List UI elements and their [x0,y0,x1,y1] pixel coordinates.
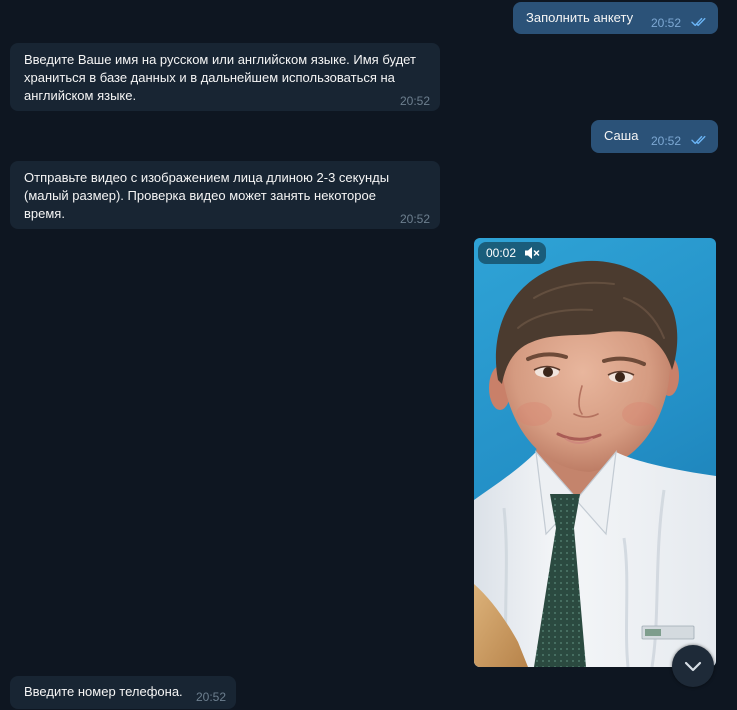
speaker-muted-icon [525,247,540,259]
message-outgoing[interactable]: Саша 20:52 [591,120,718,153]
message-time: 20:52 [650,134,681,148]
message-incoming[interactable]: Введите Ваше имя на русском или английск… [10,43,440,111]
message-text: Введите Ваше имя на русском или английск… [24,51,416,105]
message-text: Саша [604,128,639,143]
video-duration-badge: 00:02 [478,242,546,264]
message-line: Введите Ваше имя на русском или английск… [24,52,416,67]
message-text: Отправьте видео с изображением лица длин… [24,169,389,223]
message-line: храниться в базе данных и в дальнейшем и… [24,70,395,85]
message-line: английском языке. [24,88,137,103]
message-line: Отправьте видео с изображением лица длин… [24,170,390,185]
chat-history[interactable]: Заполнить анкету 20:52 Введите Ваше имя … [0,0,737,710]
message-line: (малый размер). Проверка видео может зан… [24,188,376,203]
message-incoming[interactable]: Введите номер телефона. 20:52 [10,676,236,709]
message-text: Заполнить анкету [526,10,634,25]
video-message[interactable]: 00:02 [474,238,716,667]
shirt-name-tag [641,625,695,640]
scroll-to-bottom-button[interactable] [672,645,714,687]
chevron-down-icon [684,661,702,672]
message-time: 20:52 [195,690,226,704]
message-time: 20:52 [399,212,430,226]
double-check-icon [691,17,706,27]
double-check-icon [691,135,706,145]
message-outgoing[interactable]: Заполнить анкету 20:52 [513,2,718,34]
message-incoming[interactable]: Отправьте видео с изображением лица длин… [10,161,440,229]
video-thumbnail [474,238,716,667]
message-text: Введите номер телефона. [24,684,183,699]
message-time: 20:52 [650,16,681,30]
message-line: время. [24,206,65,221]
message-time: 20:52 [399,94,430,108]
video-duration: 00:02 [486,246,517,260]
